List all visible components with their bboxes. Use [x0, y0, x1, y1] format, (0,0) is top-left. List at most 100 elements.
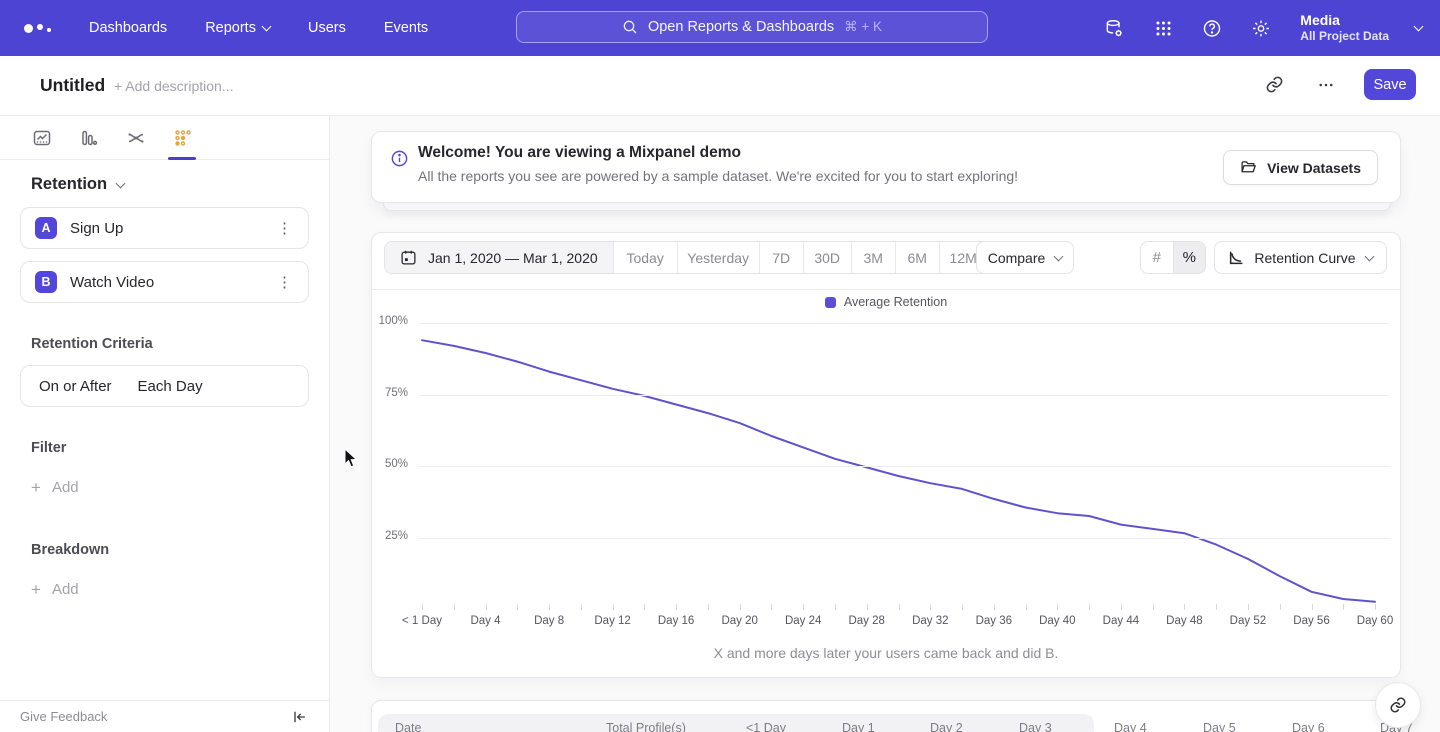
mixpanel-logo[interactable]	[24, 24, 51, 33]
nav-item-events[interactable]: Events	[384, 20, 428, 36]
x-axis-tick	[1121, 604, 1122, 610]
x-axis-tick	[454, 604, 455, 610]
add-filter-button[interactable]: + Add	[31, 479, 79, 496]
x-axis-tick	[1089, 604, 1090, 610]
x-axis-tick	[644, 604, 645, 610]
x-axis-tick	[867, 604, 868, 610]
banner-card-stack	[383, 203, 1391, 211]
table-column-header: Date	[395, 721, 421, 732]
nav-item-label: Users	[308, 20, 346, 36]
step-label-b: Watch Video	[70, 274, 273, 291]
settings-gear-icon[interactable]	[1251, 18, 1271, 38]
tab-flows[interactable]	[127, 129, 145, 147]
nav-item-label: Dashboards	[89, 20, 167, 36]
date-preset-7d[interactable]: 7D	[759, 242, 803, 273]
y-axis-label: 25%	[372, 530, 408, 542]
date-preset-yesterday[interactable]: Yesterday	[677, 242, 759, 273]
percentage-toggle[interactable]: %	[1173, 242, 1206, 273]
chevron-down-icon	[116, 178, 126, 188]
table-column-header: Day 4	[1114, 721, 1147, 732]
chart-type-button[interactable]: Retention Curve	[1214, 241, 1387, 274]
project-scope: All Project Data	[1300, 29, 1389, 44]
average-retention-line[interactable]	[422, 340, 1375, 602]
step-badge-a: A	[35, 217, 57, 239]
view-datasets-label: View Datasets	[1267, 160, 1361, 176]
more-options-button[interactable]	[1312, 71, 1340, 99]
x-axis-label: Day 12	[578, 615, 648, 627]
x-axis-tick	[1184, 604, 1185, 610]
x-axis-tick	[962, 604, 963, 610]
banner-subtitle: All the reports you see are powered by a…	[418, 168, 1018, 184]
date-preset-today[interactable]: Today	[613, 242, 677, 273]
tab-retention[interactable]	[174, 129, 192, 147]
sidebar-footer: Give Feedback	[0, 700, 329, 732]
date-range-button[interactable]: Jan 1, 2020 — Mar 1, 2020	[385, 242, 613, 273]
chevron-down-icon	[1054, 251, 1064, 261]
x-axis-label: Day 56	[1277, 615, 1347, 627]
x-axis-tick	[517, 604, 518, 610]
step-menu-icon[interactable]: ⋮	[273, 271, 296, 294]
project-switcher[interactable]: Media All Project Data	[1300, 12, 1422, 44]
share-link-fab[interactable]	[1375, 682, 1421, 728]
nav-right-group: Media All Project Data	[1104, 0, 1422, 56]
data-management-icon[interactable]	[1104, 18, 1124, 38]
apps-grid-icon[interactable]	[1153, 18, 1173, 38]
help-icon[interactable]	[1202, 18, 1222, 38]
search-input[interactable]: Open Reports & Dashboards ⌘ + K	[516, 11, 988, 43]
absolute-numbers-toggle[interactable]: #	[1141, 242, 1173, 273]
give-feedback-link[interactable]: Give Feedback	[20, 709, 107, 724]
criteria-interval-selector[interactable]: Each Day	[138, 378, 203, 395]
info-icon	[390, 149, 409, 168]
retention-curve-icon	[1228, 250, 1244, 266]
chevron-down-icon	[262, 22, 272, 32]
x-axis-label: Day 48	[1149, 615, 1219, 627]
collapse-sidebar-icon[interactable]	[291, 709, 307, 725]
logo-dot-large	[24, 24, 33, 33]
x-axis-tick	[803, 604, 804, 610]
x-axis-label: Day 24	[768, 615, 838, 627]
report-title[interactable]: Untitled	[40, 75, 105, 96]
nav-item-reports[interactable]: Reports	[205, 20, 270, 36]
x-axis-tick	[994, 604, 995, 610]
date-preset-6m[interactable]: 6M	[895, 242, 939, 273]
date-preset-30d[interactable]: 30D	[803, 242, 851, 273]
x-axis-label: Day 20	[705, 615, 775, 627]
save-button[interactable]: Save	[1364, 69, 1416, 100]
main-content: Welcome! You are viewing a Mixpanel demo…	[330, 116, 1440, 732]
compare-button[interactable]: Compare	[976, 241, 1074, 274]
tab-insights[interactable]	[33, 129, 51, 147]
x-axis-tick	[1026, 604, 1027, 610]
x-axis-label: Day 52	[1213, 615, 1283, 627]
x-axis-tick	[581, 604, 582, 610]
x-axis-tick	[486, 604, 487, 610]
table-column-header: Day 5	[1203, 721, 1236, 732]
nav-menu: Dashboards Reports Users Events	[89, 20, 428, 36]
add-breakdown-button[interactable]: + Add	[31, 581, 79, 598]
nav-item-dashboards[interactable]: Dashboards	[89, 20, 167, 36]
tab-funnels[interactable]	[80, 129, 98, 147]
report-description-placeholder[interactable]: + Add description...	[114, 78, 233, 94]
table-column-header: <1 Day	[746, 721, 786, 732]
report-type-selector[interactable]: Retention	[31, 175, 124, 194]
step-menu-icon[interactable]: ⋮	[273, 217, 296, 240]
x-axis-tick	[1375, 604, 1376, 610]
x-axis-tick	[899, 604, 900, 610]
filter-heading: Filter	[31, 440, 66, 456]
date-preset-3m[interactable]: 3M	[851, 242, 895, 273]
x-axis-label: Day 40	[1022, 615, 1092, 627]
chart-type-label: Retention Curve	[1254, 250, 1356, 266]
project-name: Media	[1300, 12, 1389, 29]
step-card-a[interactable]: A Sign Up ⋮	[20, 207, 309, 249]
welcome-banner: Welcome! You are viewing a Mixpanel demo…	[371, 131, 1401, 203]
criteria-occurrence-selector[interactable]: On or After	[39, 378, 112, 395]
plus-icon: +	[31, 581, 41, 598]
step-card-b[interactable]: B Watch Video ⋮	[20, 261, 309, 303]
y-axis-label: 100%	[372, 315, 408, 327]
copy-link-button[interactable]	[1260, 71, 1288, 99]
breakdown-heading: Breakdown	[31, 542, 109, 558]
nav-item-users[interactable]: Users	[308, 20, 346, 36]
view-datasets-button[interactable]: View Datasets	[1223, 150, 1378, 185]
date-range-control: Jan 1, 2020 — Mar 1, 2020 TodayYesterday…	[384, 241, 988, 274]
x-axis-tick	[930, 604, 931, 610]
report-type-label: Retention	[31, 175, 107, 194]
